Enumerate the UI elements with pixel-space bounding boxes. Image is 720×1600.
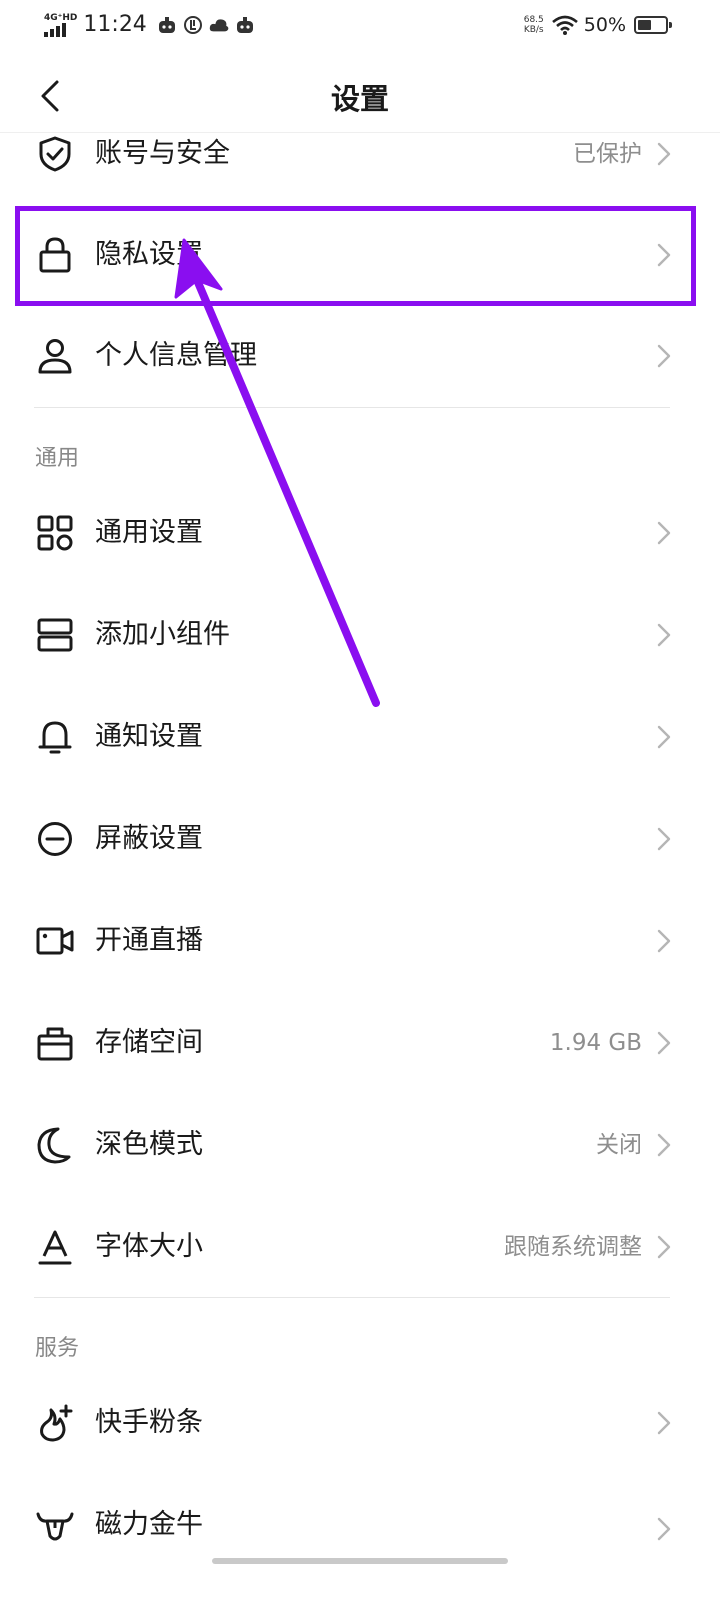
bell-icon [38, 721, 72, 754]
battery-percent: 50% [583, 14, 626, 36]
row-label: 字体大小 [95, 1231, 203, 1262]
chevron-right-icon [657, 344, 671, 368]
chevron-right-icon [657, 827, 671, 851]
settings-row-general[interactable]: 通用设置 [0, 482, 720, 584]
chevron-right-icon [657, 1411, 671, 1435]
row-value: 跟随系统调整 [504, 1234, 642, 1260]
row-label: 存储空间 [95, 1027, 203, 1058]
video-camera-icon [36, 927, 74, 955]
settings-row-storage[interactable]: 存储空间 1.94 GB [0, 992, 720, 1094]
section-title-general: 通用 [35, 446, 80, 471]
chevron-right-icon [657, 929, 671, 953]
block-icon [38, 822, 72, 856]
settings-row-kuaishou-fentiao[interactable]: 快手粉条 [0, 1372, 720, 1474]
chevron-right-icon [657, 521, 671, 545]
clock: 11:24 [83, 12, 147, 37]
row-label: 开通直播 [95, 925, 203, 956]
flame-plus-icon [40, 1404, 73, 1442]
chevron-right-icon [657, 623, 671, 647]
shield-check-icon [39, 136, 71, 172]
section-title-services: 服务 [35, 1336, 80, 1361]
section-divider [34, 1297, 670, 1298]
network-speed: 68.5 KB/s [523, 15, 544, 35]
chevron-right-icon [657, 1031, 671, 1055]
robot-notification-icon [158, 16, 175, 33]
cellular-signal-icon: 4G⁺HD [44, 13, 77, 37]
network-type: 4G⁺HD [44, 12, 78, 23]
settings-row-add-widget[interactable]: 添加小组件 [0, 584, 720, 686]
row-label: 快手粉条 [95, 1407, 203, 1438]
settings-row-notifications[interactable]: 通知设置 [0, 686, 720, 788]
row-label: 通用设置 [95, 517, 203, 548]
row-label: 深色模式 [95, 1129, 203, 1160]
widget-icon [37, 618, 73, 652]
row-label: 通知设置 [95, 721, 203, 752]
moon-icon [37, 1127, 71, 1164]
home-indicator[interactable] [212, 1558, 508, 1564]
section-divider [34, 407, 670, 408]
row-label: 账号与安全 [95, 138, 230, 169]
robot-notification-icon-2 [236, 16, 253, 33]
row-value: 关闭 [596, 1132, 642, 1158]
cloud-icon [209, 18, 229, 31]
settings-row-block[interactable]: 屏蔽设置 [0, 788, 720, 890]
chevron-right-icon [657, 1517, 671, 1541]
wifi-icon [551, 15, 578, 35]
bull-icon [36, 1512, 74, 1541]
settings-row-personal-info[interactable]: 个人信息管理 [0, 305, 720, 407]
status-bar: 4G⁺HD 11:24 68.5 KB/s 50% [0, 0, 720, 56]
row-label: 添加小组件 [95, 619, 230, 650]
grid-icon [37, 515, 73, 551]
row-value: 1.94 GB [549, 1030, 642, 1056]
chevron-right-icon [657, 1133, 671, 1157]
chevron-right-icon [657, 1235, 671, 1259]
person-icon [38, 339, 72, 374]
font-a-icon [38, 1230, 72, 1265]
settings-row-font-size[interactable]: 字体大小 跟随系统调整 [0, 1196, 720, 1298]
settings-row-live-stream[interactable]: 开通直播 [0, 890, 720, 992]
storage-box-icon [37, 1027, 73, 1061]
settings-row-dark-mode[interactable]: 深色模式 关闭 [0, 1094, 720, 1196]
chevron-right-icon [657, 142, 671, 166]
app-notification-icon [183, 15, 202, 34]
row-label: 个人信息管理 [95, 340, 257, 371]
row-value: 已保护 [573, 141, 642, 167]
highlight-box [15, 206, 696, 306]
row-label: 屏蔽设置 [95, 823, 203, 854]
row-label: 磁力金牛 [95, 1509, 203, 1540]
settings-row-account-security[interactable]: 账号与安全 已保护 [0, 103, 720, 205]
battery-icon [634, 16, 672, 34]
chevron-right-icon [657, 725, 671, 749]
